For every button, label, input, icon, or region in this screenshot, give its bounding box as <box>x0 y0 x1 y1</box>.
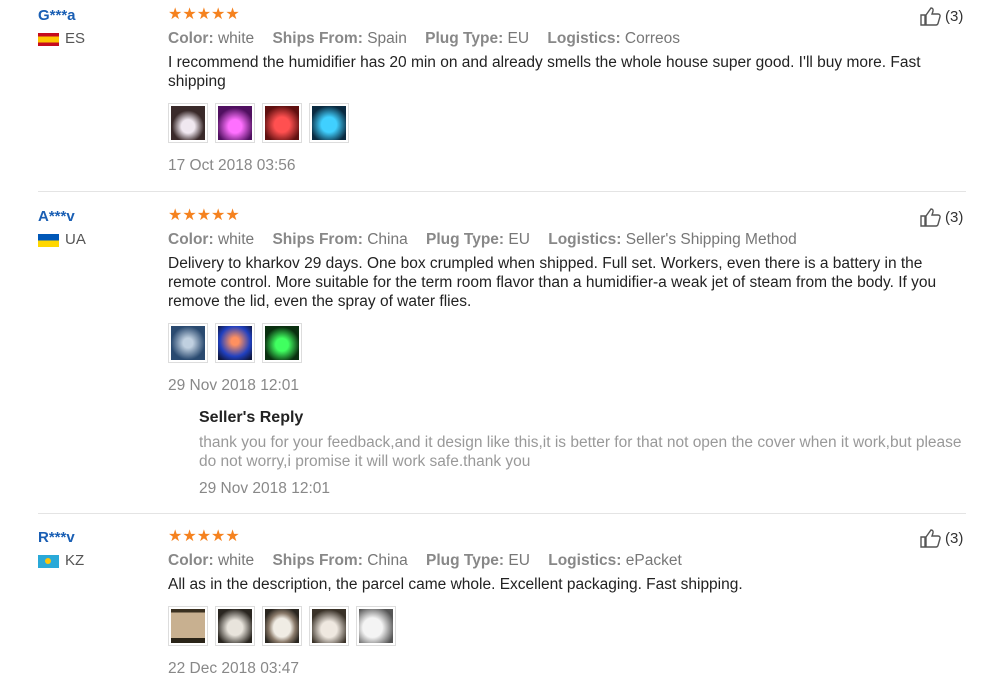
review-photo[interactable] <box>356 606 396 646</box>
review-photos <box>168 606 968 646</box>
rating-stars: ★★★★★ <box>168 6 240 23</box>
order-attributes: Color: white Ships From: China Plug Type… <box>168 552 682 569</box>
seller-reply: Seller's Reply thank you for your feedba… <box>199 408 968 499</box>
country-code: ES <box>65 30 86 47</box>
review-photo[interactable] <box>262 606 302 646</box>
reviewer-name: A***v <box>38 208 75 225</box>
attr-logistics: ePacket <box>625 552 682 569</box>
attr-color: white <box>217 231 255 248</box>
reviewer-info: G***a ES <box>38 6 85 49</box>
reviewer-info: A***v UA <box>38 207 86 250</box>
review-photos <box>168 103 968 143</box>
reviewer-country: ES <box>38 29 85 49</box>
divider <box>38 191 966 192</box>
like-count: (3) <box>945 208 964 226</box>
review-photo[interactable] <box>168 103 208 143</box>
helpful-button[interactable]: (3) <box>920 6 963 26</box>
review-photo[interactable] <box>309 103 349 143</box>
attr-color: white <box>217 552 255 569</box>
review-date: 22 Dec 2018 03:47 <box>168 660 299 677</box>
review-text: I recommend the humidifier has 20 min on… <box>168 54 921 90</box>
flag-icon <box>38 233 59 247</box>
attr-logistics: Seller's Shipping Method <box>625 231 797 248</box>
rating-stars: ★★★★★ <box>168 528 240 545</box>
review-photo[interactable] <box>309 606 349 646</box>
review-photo[interactable] <box>168 606 208 646</box>
helpful-button[interactable]: (3) <box>920 207 963 227</box>
review-date: 17 Oct 2018 03:56 <box>168 157 296 174</box>
order-attributes: Color: white Ships From: China Plug Type… <box>168 231 797 248</box>
rating-stars: ★★★★★ <box>168 207 240 224</box>
thumbs-up-icon <box>920 529 941 548</box>
attr-color: white <box>217 30 255 47</box>
seller-reply-text: thank you for your feedback,and it desig… <box>199 434 962 470</box>
review-photos <box>168 323 968 363</box>
reviewer-info: R***v KZ <box>38 528 84 571</box>
helpful-button[interactable]: (3) <box>920 528 963 548</box>
reviewer-name: G***a <box>38 7 76 24</box>
review-date: 29 Nov 2018 12:01 <box>168 377 299 394</box>
review-photo[interactable] <box>168 323 208 363</box>
attr-plug-type: EU <box>508 231 530 248</box>
review-photo[interactable] <box>262 323 302 363</box>
review-text: Delivery to kharkov 29 days. One box cru… <box>168 255 937 310</box>
attr-logistics: Correos <box>624 30 681 47</box>
review-photo[interactable] <box>215 103 255 143</box>
review-photo[interactable] <box>215 323 255 363</box>
attr-ships-from: China <box>367 231 408 248</box>
seller-reply-date: 29 Nov 2018 12:01 <box>199 480 330 497</box>
attr-ships-from: China <box>367 552 408 569</box>
reviewer-country: UA <box>38 230 86 250</box>
attr-ships-from: Spain <box>367 30 407 47</box>
attr-plug-type: EU <box>508 552 530 569</box>
review-photo[interactable] <box>262 103 302 143</box>
review-photo[interactable] <box>215 606 255 646</box>
order-attributes: Color: white Ships From: Spain Plug Type… <box>168 30 681 47</box>
divider <box>38 513 966 514</box>
flag-icon <box>38 32 59 46</box>
country-code: UA <box>65 231 86 248</box>
attr-plug-type: EU <box>507 30 530 47</box>
like-count: (3) <box>945 529 964 547</box>
seller-reply-title: Seller's Reply <box>199 409 304 426</box>
like-count: (3) <box>945 7 964 25</box>
reviewer-country: KZ <box>38 551 84 571</box>
flag-icon <box>38 554 59 568</box>
country-code: KZ <box>65 552 85 569</box>
thumbs-up-icon <box>920 208 941 227</box>
reviewer-name: R***v <box>38 529 75 546</box>
thumbs-up-icon <box>920 7 941 26</box>
review-text: All as in the description, the parcel ca… <box>168 576 743 593</box>
